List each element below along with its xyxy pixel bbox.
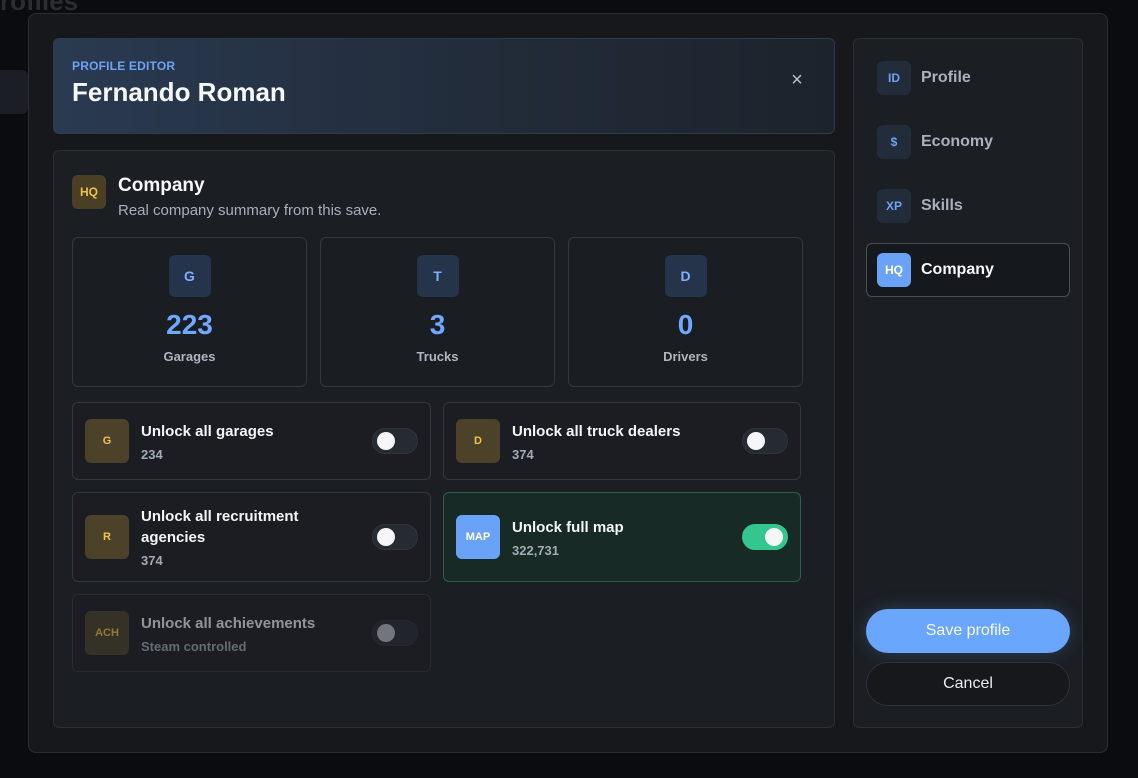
stat-label: Trucks [416, 349, 459, 364]
close-icon[interactable]: × [786, 69, 808, 91]
nav-label: Profile [921, 69, 971, 86]
unlock-truck-dealers-switch[interactable] [742, 428, 788, 454]
switch-knob [377, 432, 395, 450]
stats-row: G 223 Garages T 3 Trucks D 0 Drivers [72, 237, 816, 387]
dollar-icon: $ [877, 125, 911, 159]
toggle-card-truck-dealers: D Unlock all truck dealers 374 [443, 402, 801, 480]
achievement-icon: ACH [85, 611, 129, 655]
profile-editor-modal: PROFILE EDITOR Fernando Roman × HQ Compa… [28, 13, 1108, 753]
nav-item-economy[interactable]: $ Economy [866, 115, 1070, 169]
stat-garages: G 223 Garages [72, 237, 307, 387]
garage-icon: G [85, 419, 129, 463]
section-subtitle: Real company summary from this save. [118, 202, 382, 219]
toggle-note: Steam controlled [141, 638, 247, 654]
main-panel: PROFILE EDITOR Fernando Roman × HQ Compa… [53, 38, 835, 728]
stat-drivers: D 0 Drivers [568, 237, 803, 387]
toggle-card-achievements: ACH Unlock all achievements Steam contro… [72, 594, 431, 672]
recruitment-icon: R [85, 515, 129, 559]
map-icon: MAP [456, 515, 500, 559]
hq-icon: HQ [877, 253, 911, 287]
nav-item-profile[interactable]: ID Profile [866, 51, 1070, 105]
toggle-card-recruitment: R Unlock all recruitment agencies 374 [72, 492, 431, 582]
nav-label: Economy [921, 133, 994, 150]
nav-item-company[interactable]: HQ Company [866, 243, 1070, 297]
save-profile-button[interactable]: Save profile [866, 609, 1070, 653]
switch-knob [747, 432, 765, 450]
id-icon: ID [877, 61, 911, 95]
toggle-title: Unlock all recruitment agencies [141, 508, 299, 546]
stat-value: 0 [677, 309, 694, 340]
toggle-count: 374 [512, 446, 534, 462]
profile-name-title: Fernando Roman [72, 77, 286, 107]
toggle-title: Unlock all truck dealers [512, 422, 681, 440]
hq-icon: HQ [72, 175, 106, 209]
toggle-count: 374 [141, 553, 163, 568]
toggle-card-garages: G Unlock all garages 234 [72, 402, 431, 480]
unlock-recruitment-switch[interactable] [372, 524, 418, 550]
nav-item-skills[interactable]: XP Skills [866, 179, 1070, 233]
driver-icon: D [664, 255, 707, 297]
toggle-count: 234 [141, 446, 163, 462]
stat-trucks: T 3 Trucks [320, 237, 555, 387]
stat-label: Drivers [663, 349, 708, 364]
nav-label: Skills [921, 197, 963, 214]
unlock-achievements-switch [372, 620, 418, 646]
stat-value: 3 [429, 309, 446, 340]
editor-sidebar: ID Profile $ Economy XP Skills HQ Compan… [853, 38, 1083, 728]
toggle-count: 322,731 [512, 542, 559, 558]
company-section: HQ Company Real company summary from thi… [53, 150, 835, 728]
nav-label: Company [921, 261, 994, 278]
unlock-garages-switch[interactable] [372, 428, 418, 454]
dealer-icon: D [456, 419, 500, 463]
garage-icon: G [168, 255, 211, 297]
switch-knob [377, 624, 395, 642]
switch-knob [377, 528, 395, 546]
background-strip [0, 70, 28, 114]
truck-icon: T [416, 255, 459, 297]
unlock-full-map-switch[interactable] [742, 524, 788, 550]
unlock-options: G Unlock all garages 234 D Unlock all tr… [72, 402, 816, 672]
switch-knob [765, 528, 783, 546]
toggle-title: Unlock full map [512, 518, 624, 536]
toggle-card-full-map: MAP Unlock full map 322,731 [443, 492, 801, 582]
toggle-title: Unlock all achievements [141, 614, 316, 632]
stat-label: Garages [163, 349, 216, 364]
section-header: HQ Company Real company summary from thi… [72, 175, 816, 219]
section-title: Company [118, 175, 205, 196]
stat-value: 223 [166, 309, 213, 340]
toggle-title: Unlock all garages [141, 422, 274, 440]
header-eyebrow: PROFILE EDITOR [72, 59, 176, 73]
cancel-button[interactable]: Cancel [866, 662, 1070, 706]
xp-icon: XP [877, 189, 911, 223]
modal-header: PROFILE EDITOR Fernando Roman × [53, 38, 835, 134]
